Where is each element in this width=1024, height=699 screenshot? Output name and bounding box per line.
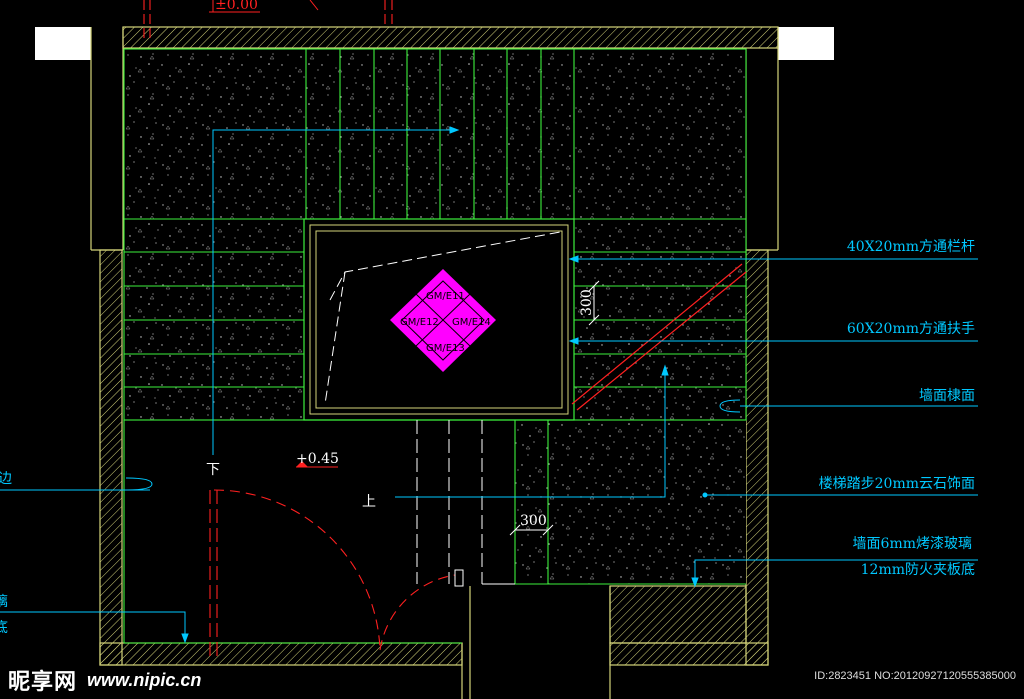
- annotation-railing: 40X20mm方通栏杆: [847, 239, 975, 255]
- annotation-wall-finish: 墙面棣面: [919, 388, 975, 404]
- diamond-code-bottom: GM/E13: [426, 343, 465, 354]
- diamond-code-left: GM/E12: [400, 317, 439, 328]
- diamond-code-top: GM/E11: [426, 291, 465, 302]
- annotation-handrail: 60X20mm方通扶手: [847, 321, 975, 337]
- left-fragment-base: 底: [0, 620, 8, 636]
- top-left-white-block: [35, 27, 91, 60]
- annotation-wall-glass: 墙面6mm烤漆玻璃: [853, 535, 972, 552]
- label-down: 下: [206, 462, 220, 478]
- stair-plan-drawing: GM/E11 GM/E12 GM/E14 GM/E13 ±0.00 +0.45 …: [0, 0, 978, 699]
- elevation-landing: +0.45: [296, 451, 339, 467]
- dimension-300-horizontal: 300: [520, 513, 547, 529]
- dimension-300-vertical: 300: [579, 289, 595, 316]
- watermark: 昵享网 www.nipic.cn: [8, 664, 201, 696]
- watermark-url: www.nipic.cn: [87, 669, 202, 690]
- annotation-stair-tread: 楼梯踏步20mm云石饰面: [819, 476, 975, 492]
- image-id: ID:2823451 NO:20120927120555385000: [814, 670, 1016, 682]
- left-fragment-edge: 边: [0, 471, 12, 487]
- material-code-diamond: GM/E11 GM/E12 GM/E14 GM/E13: [390, 269, 496, 372]
- left-fragment-glass: 璃: [0, 593, 8, 610]
- annotation-fire-board: 12mm防火夹板底: [861, 562, 975, 578]
- watermark-logo: 昵享网: [8, 669, 78, 694]
- label-up: 上: [362, 494, 376, 510]
- elevation-top: ±0.00: [215, 0, 258, 13]
- diamond-code-right: GM/E14: [452, 317, 491, 328]
- top-right-white-block: [778, 27, 834, 60]
- landing-lines: [416, 420, 515, 587]
